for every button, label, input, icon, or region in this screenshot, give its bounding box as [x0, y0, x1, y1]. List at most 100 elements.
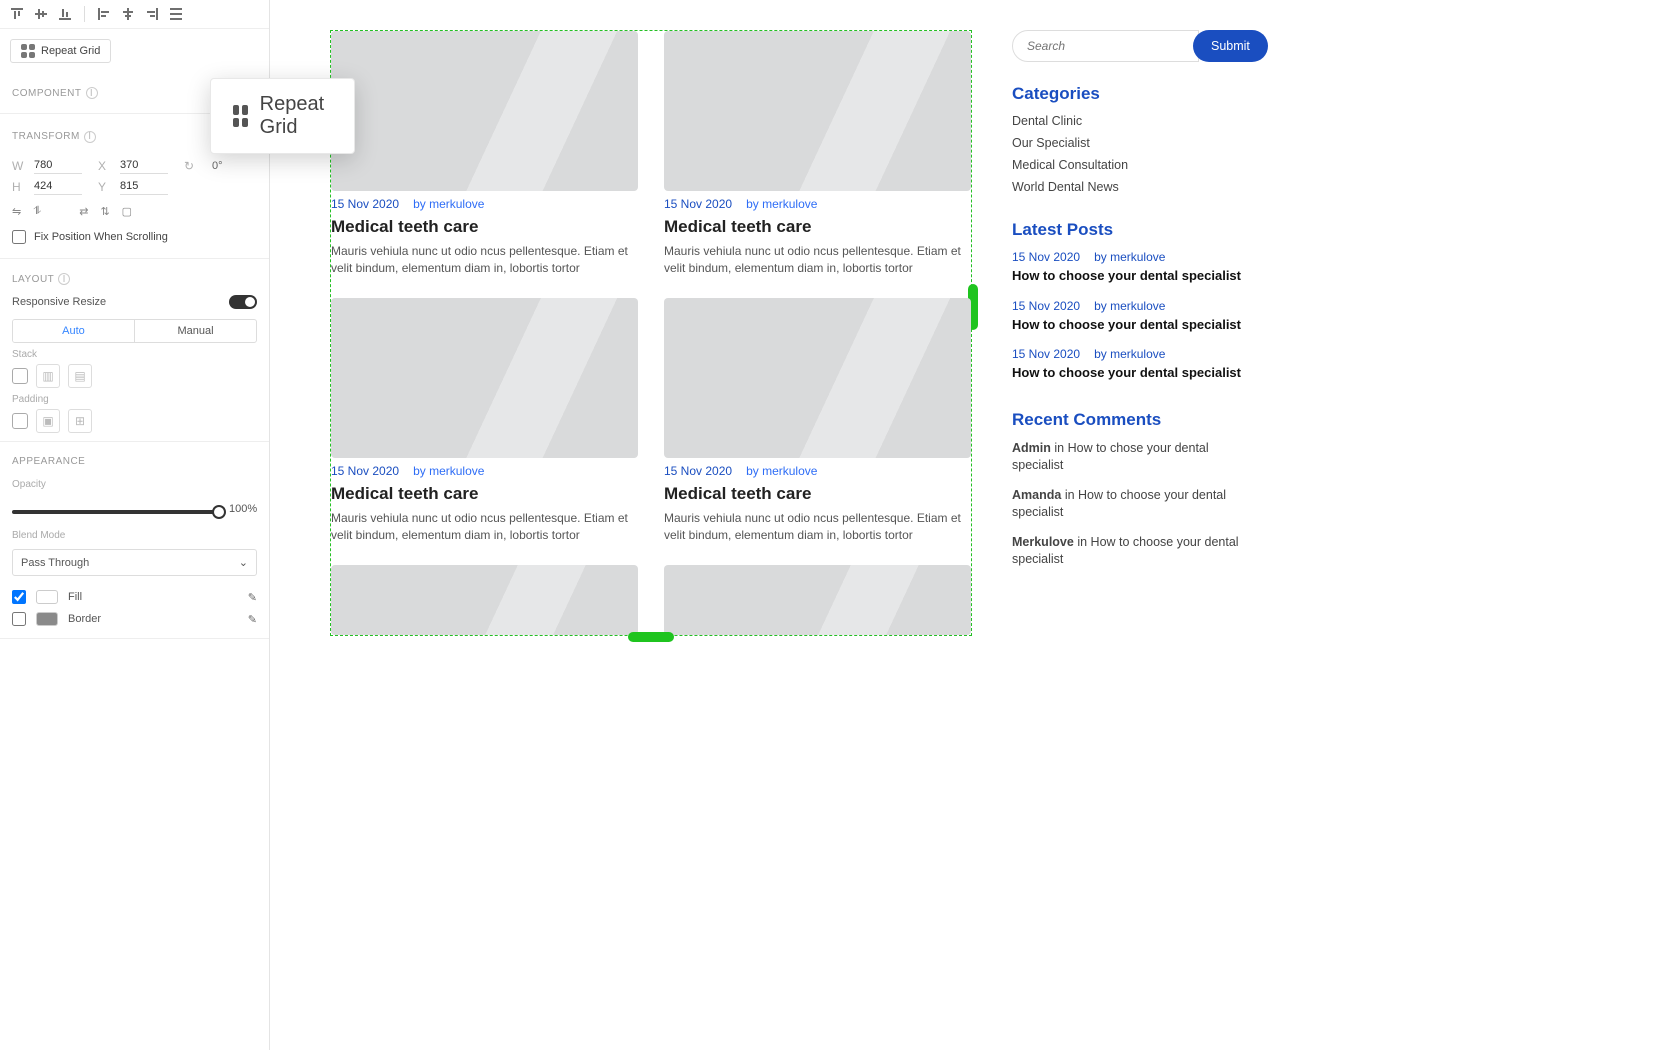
post-title: Medical teeth care [664, 484, 971, 504]
align-toolbar [0, 0, 269, 29]
responsive-resize-toggle[interactable] [229, 295, 257, 309]
section-layout: LAYOUT i [12, 267, 257, 291]
eyedropper-icon[interactable]: ✎ [248, 613, 257, 626]
info-icon[interactable]: i [58, 273, 70, 285]
y-label: Y [98, 180, 110, 194]
seg-manual[interactable]: Manual [134, 320, 256, 342]
w-label: W [12, 159, 24, 173]
post-excerpt: Mauris vehiula nunc ut odio ncus pellent… [664, 243, 971, 278]
width-input[interactable] [34, 157, 82, 174]
design-canvas[interactable]: 15 Nov 2020 by merkulove Medical teeth ca… [270, 0, 1680, 1050]
blog-sidebar: Submit Categories Dental Clinic Our Spec… [1012, 30, 1262, 636]
search-input[interactable] [1012, 30, 1199, 62]
post-date: 15 Nov 2020 [664, 197, 732, 211]
blend-mode-select[interactable]: Pass Through ⌄ [12, 549, 257, 576]
responsive-resize-label: Responsive Resize [12, 296, 106, 308]
stack-horizontal-icon[interactable]: ▤ [68, 364, 92, 388]
post-byline: by merkulove [746, 197, 817, 211]
info-icon[interactable]: i [84, 131, 96, 143]
align-right-icon[interactable] [145, 7, 159, 21]
recent-comment[interactable]: Merkulove in How to choose your dental s… [1012, 534, 1262, 569]
y-input[interactable] [120, 178, 168, 195]
height-input[interactable] [34, 178, 82, 195]
opacity-slider[interactable]: 100% [12, 510, 219, 514]
seg-auto[interactable]: Auto [13, 320, 134, 342]
post-thumbnail [331, 298, 638, 458]
post-thumbnail [664, 298, 971, 458]
stack-checkbox[interactable] [12, 368, 28, 384]
repeat-grid-button[interactable]: Repeat Grid [10, 39, 111, 63]
repeat-grid-label: Repeat Grid [41, 45, 100, 57]
post-card[interactable]: 15 Nov 2020by merkulove Medical teeth ca… [331, 31, 638, 278]
post-byline: by merkulove [413, 197, 484, 211]
post-date: 15 Nov 2020 [331, 197, 399, 211]
eyedropper-icon[interactable]: ✎ [248, 591, 257, 604]
rotate-value[interactable]: 0° [212, 160, 242, 172]
fill-checkbox[interactable] [12, 590, 26, 604]
stack-vertical-icon[interactable]: ▥ [36, 364, 60, 388]
align-vmiddle-icon[interactable] [34, 7, 48, 21]
distribute-icon[interactable] [169, 7, 183, 21]
resize-mode-segmented[interactable]: Auto Manual [12, 319, 257, 343]
submit-button[interactable]: Submit [1193, 30, 1268, 62]
post-card[interactable]: 15 Nov 2020 by merkulove Medical teeth ca… [664, 31, 971, 278]
post-title: Medical teeth care [331, 484, 638, 504]
info-icon[interactable]: i [86, 87, 98, 99]
stack-label: Stack [12, 343, 257, 364]
category-item[interactable]: Our Specialist [1012, 136, 1262, 150]
box-icon[interactable]: ▢ [122, 205, 132, 218]
recent-comments-title: Recent Comments [1012, 410, 1262, 430]
repeat-grid-selection[interactable]: 15 Nov 2020 by merkulove Medical teeth ca… [330, 30, 972, 636]
border-swatch[interactable] [36, 612, 58, 626]
latest-post[interactable]: 15 Nov 2020by merkulove How to choose yo… [1012, 347, 1262, 382]
recent-comment[interactable]: Amanda in How to choose your dental spec… [1012, 487, 1262, 522]
flip-v-icon[interactable]: ⥮ [33, 205, 41, 218]
grid-icon [21, 44, 35, 58]
padding-checkbox[interactable] [12, 413, 28, 429]
post-card[interactable]: 15 Nov 2020by merkulove Medical teeth ca… [331, 298, 638, 545]
align-hcenter-icon[interactable] [121, 7, 135, 21]
post-date: 15 Nov 2020 [664, 464, 732, 478]
x-input[interactable] [120, 157, 168, 174]
post-card[interactable]: 15 Nov 2020 by merkulove Medical teeth ca… [664, 298, 971, 545]
post-byline: by merkulove [746, 464, 817, 478]
h-label: H [12, 180, 24, 194]
post-byline: by merkulove [413, 464, 484, 478]
x-label: X [98, 159, 110, 173]
rotate-icon[interactable]: ↻ [184, 159, 202, 173]
post-card-peek[interactable] [331, 565, 638, 635]
category-item[interactable]: World Dental News [1012, 180, 1262, 194]
padding-label: Padding [12, 388, 257, 409]
repeat-grid-callout: Repeat Grid [210, 78, 355, 154]
align-top-icon[interactable] [10, 7, 24, 21]
post-thumbnail [664, 31, 971, 191]
align-left-icon[interactable] [97, 7, 111, 21]
fix-position-checkbox[interactable]: Fix Position When Scrolling [12, 224, 257, 250]
grid-icon [233, 105, 248, 127]
align-bottom-icon[interactable] [58, 7, 72, 21]
opacity-label: Opacity [12, 473, 257, 494]
fill-swatch[interactable] [36, 590, 58, 604]
post-title: Medical teeth care [664, 217, 971, 237]
fill-label: Fill [68, 591, 82, 603]
flip-h-icon[interactable]: ⇋ [12, 205, 21, 218]
flip-v2-icon[interactable]: ⇅ [100, 205, 109, 218]
opacity-value: 100% [229, 503, 257, 515]
border-checkbox[interactable] [12, 612, 26, 626]
section-appearance: APPEARANCE [12, 450, 257, 473]
post-card-peek[interactable] [664, 565, 971, 635]
flip-h2-icon[interactable]: ⇄ [79, 205, 88, 218]
blend-label: Blend Mode [12, 524, 257, 545]
padding-uniform-icon[interactable]: ▣ [36, 409, 60, 433]
category-item[interactable]: Dental Clinic [1012, 114, 1262, 128]
category-item[interactable]: Medical Consultation [1012, 158, 1262, 172]
post-excerpt: Mauris vehiula nunc ut odio ncus pellent… [331, 510, 638, 545]
latest-posts-title: Latest Posts [1012, 220, 1262, 240]
property-inspector: Repeat Grid COMPONENT i TRANSFORM i ◩ W … [0, 0, 270, 1050]
post-excerpt: Mauris vehiula nunc ut odio ncus pellent… [331, 243, 638, 278]
padding-sides-icon[interactable]: ⊞ [68, 409, 92, 433]
artboard: 15 Nov 2020 by merkulove Medical teeth ca… [330, 30, 1640, 636]
recent-comment[interactable]: Admin in How to chose your dental specia… [1012, 440, 1262, 475]
latest-post[interactable]: 15 Nov 2020by merkulove How to choose yo… [1012, 250, 1262, 285]
latest-post[interactable]: 15 Nov 2020by merkulove How to choose yo… [1012, 299, 1262, 334]
